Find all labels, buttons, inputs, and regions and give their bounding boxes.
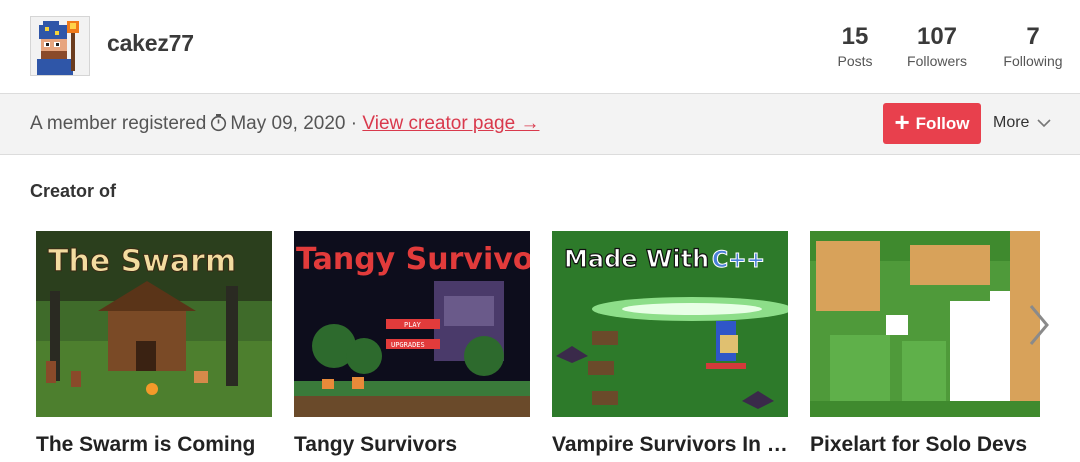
game-thumbnail-title: Tangy Survivor — [296, 242, 530, 277]
follow-button[interactable]: + Follow — [883, 103, 981, 144]
game-card[interactable]: PLAY UPGRADES Tangy Survivor Tangy Survi… — [294, 231, 530, 457]
username[interactable]: cakez77 — [107, 30, 194, 57]
registration-info: A member registered May 09, 2020 · View c… — [30, 113, 539, 138]
stat-followers-count: 107 — [916, 23, 958, 50]
stat-followers-label: Followers — [907, 53, 967, 69]
stat-following-count: 7 — [1026, 23, 1040, 50]
menu-upgrades-text: UPGRADES — [391, 341, 425, 349]
menu-play-text: PLAY — [404, 321, 422, 329]
more-label: More — [993, 114, 1030, 131]
more-dropdown[interactable]: More — [993, 114, 1052, 132]
creator-of-heading: Creator of — [30, 181, 117, 201]
profile-header: cakez77 15 Posts 107 Followers 7 Followi… — [0, 0, 1080, 94]
stat-following-label: Following — [1003, 53, 1063, 69]
chevron-down-icon — [1037, 118, 1052, 127]
game-thumbnail-title: Made With — [564, 245, 709, 273]
game-card[interactable]: Made With C++ Vampire Survivors In C... — [552, 231, 788, 457]
game-thumbnail-the-swarm[interactable]: The Swarm — [36, 231, 272, 417]
game-card[interactable]: Pixelart for Solo Devs — [810, 231, 1040, 457]
game-title[interactable]: Tangy Survivors — [294, 433, 530, 457]
avatar[interactable] — [30, 16, 90, 76]
game-card[interactable]: The Swarm The Swarm is Coming — [36, 231, 272, 457]
stat-followers[interactable]: 107 Followers — [900, 22, 974, 70]
chevron-right-icon — [1029, 305, 1049, 345]
game-title[interactable]: Pixelart for Solo Devs — [810, 433, 1040, 457]
carousel-next-button[interactable] — [1023, 300, 1055, 350]
stat-posts[interactable]: 15 Posts — [828, 22, 882, 70]
plus-icon: + — [894, 107, 910, 137]
game-thumbnail-tangy-survivors[interactable]: PLAY UPGRADES Tangy Survivor — [294, 231, 530, 417]
profile-info-bar: A member registered May 09, 2020 · View c… — [0, 94, 1080, 155]
follow-button-label: Follow — [915, 113, 970, 133]
stat-posts-count: 15 — [841, 23, 869, 50]
stat-following[interactable]: 7 Following — [998, 22, 1068, 70]
game-title[interactable]: The Swarm is Coming — [36, 433, 272, 457]
game-thumbnail-vampire-survivors[interactable]: Made With C++ — [552, 231, 788, 417]
cpp-logo-text: C++ — [712, 248, 765, 273]
stat-posts-label: Posts — [837, 53, 873, 69]
game-thumbnail-title: The Swarm — [48, 244, 236, 279]
game-title[interactable]: Vampire Survivors In C... — [552, 433, 788, 457]
stopwatch-icon — [210, 113, 227, 138]
view-creator-page-link[interactable]: View creator page → — [362, 113, 539, 134]
pixel-wizard-avatar-icon — [31, 17, 89, 75]
registered-date: May 09, 2020 — [230, 113, 346, 134]
separator-dot: · — [350, 113, 358, 134]
registered-label: A member registered — [30, 113, 207, 134]
game-thumbnail-pixelart[interactable] — [810, 231, 1040, 417]
